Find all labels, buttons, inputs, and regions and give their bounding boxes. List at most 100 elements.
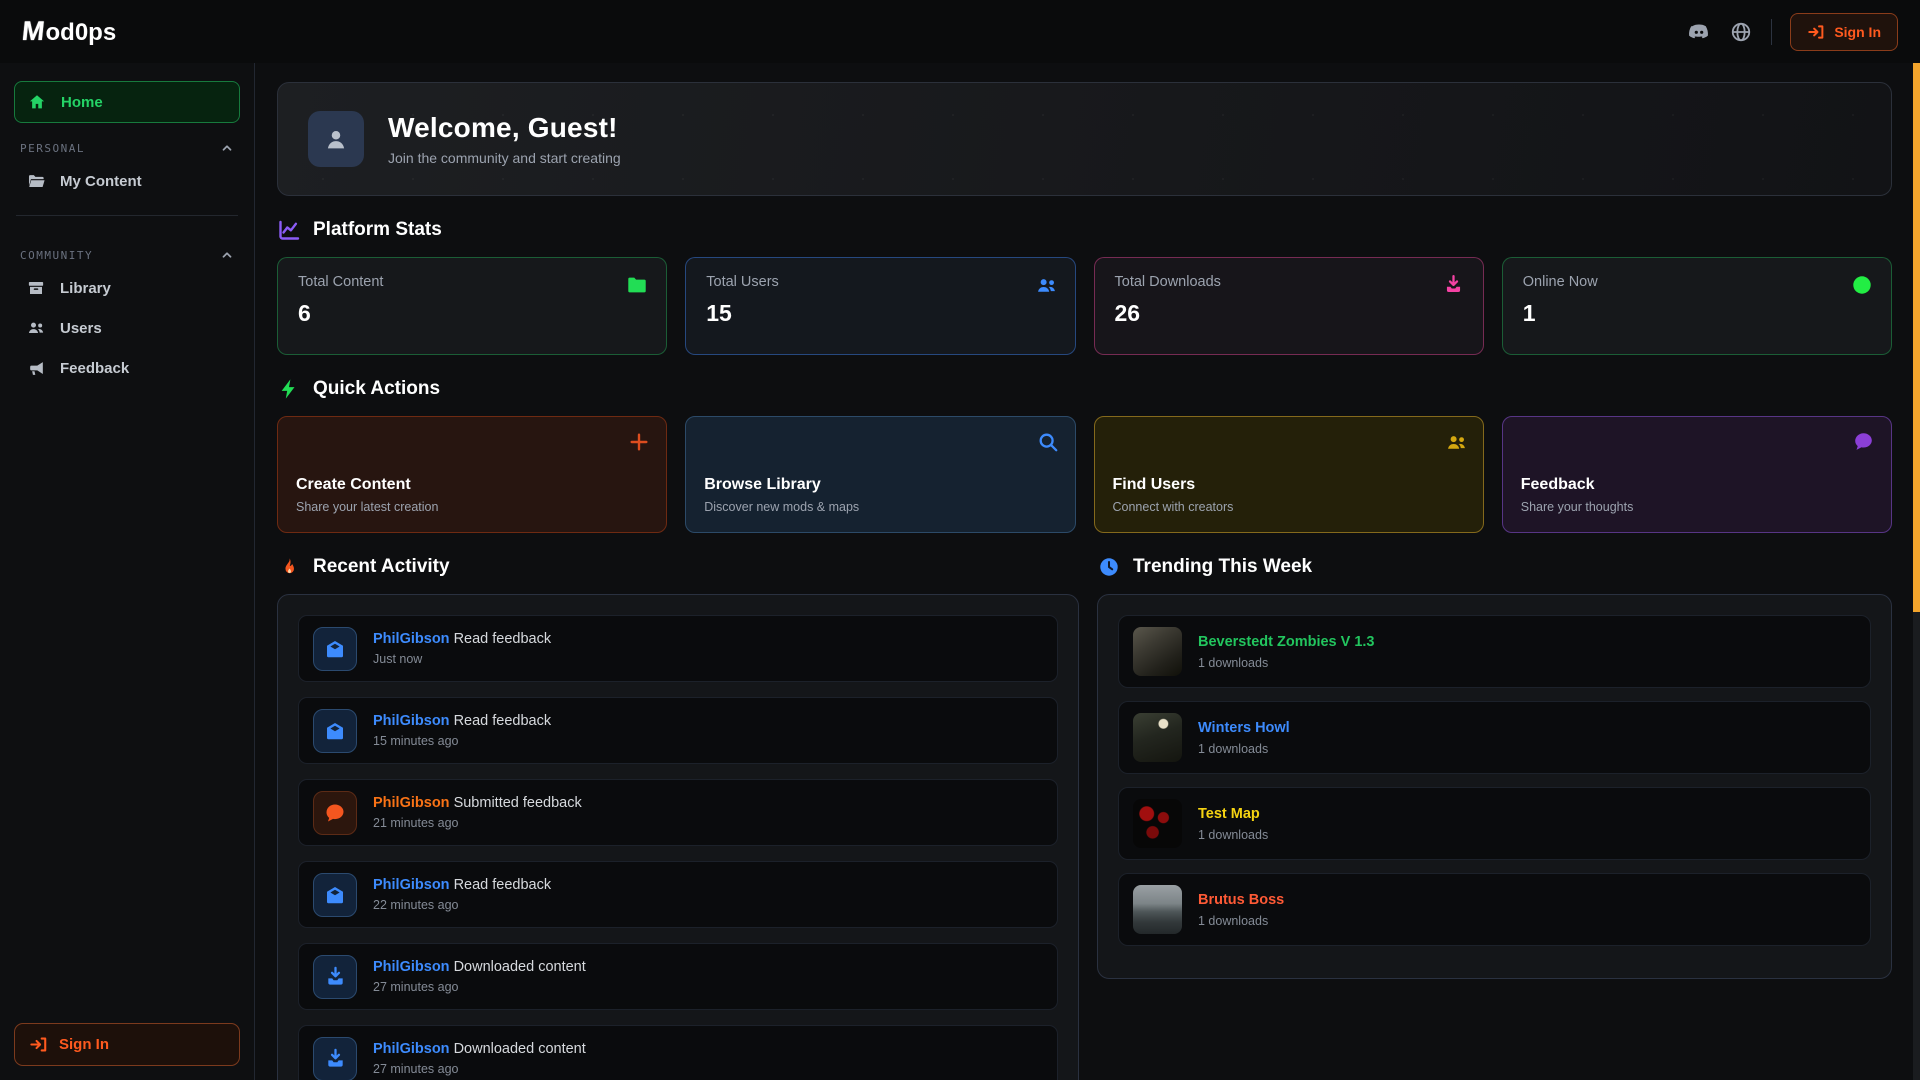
recent-activity-header: Recent Activity	[277, 555, 1079, 579]
chat-icon	[313, 791, 357, 835]
trending-title[interactable]: Beverstedt Zombies V 1.3	[1198, 634, 1375, 650]
globe-icon[interactable]	[1729, 20, 1753, 44]
trending-downloads: 1 downloads	[1198, 656, 1375, 670]
activity-text: PhilGibson Read feedback 15 minutes ago	[373, 713, 551, 748]
activity-user[interactable]: PhilGibson	[373, 631, 450, 647]
quick-action-title: Browse Library	[704, 476, 1056, 494]
activity-row[interactable]: PhilGibson Submitted feedback 21 minutes…	[298, 779, 1058, 846]
trending-title[interactable]: Test Map	[1198, 806, 1268, 822]
activity-time: 27 minutes ago	[373, 980, 586, 994]
circle-icon	[1851, 274, 1873, 296]
scrollbar-thumb[interactable]	[1913, 63, 1920, 612]
users-icon	[1445, 431, 1467, 453]
sidebar-item-my-content[interactable]: My Content	[14, 161, 240, 201]
discord-icon[interactable]	[1687, 20, 1711, 44]
header-sign-in-button[interactable]: Sign In	[1790, 13, 1898, 51]
trending-title[interactable]: Brutus Boss	[1198, 892, 1284, 908]
users-icon	[1035, 274, 1057, 296]
activity-user[interactable]: PhilGibson	[373, 1041, 450, 1057]
activity-user[interactable]: PhilGibson	[373, 795, 450, 811]
activity-row[interactable]: PhilGibson Read feedback Just now	[298, 615, 1058, 682]
brand-logo[interactable]: Mod0ps	[22, 16, 116, 47]
activity-row[interactable]: PhilGibson Read feedback 15 minutes ago	[298, 697, 1058, 764]
sidebar-sign-in-button[interactable]: Sign In	[14, 1023, 240, 1066]
mail-open-icon	[313, 627, 357, 671]
section-title: Trending This Week	[1133, 556, 1312, 578]
download-icon	[1443, 274, 1465, 296]
activity-row[interactable]: PhilGibson Read feedback 22 minutes ago	[298, 861, 1058, 928]
quick-action-find-users[interactable]: Find Users Connect with creators	[1094, 416, 1484, 533]
activity-action: Read feedback	[454, 631, 552, 647]
trending-title[interactable]: Winters Howl	[1198, 720, 1290, 736]
header-sign-in-label: Sign In	[1834, 24, 1881, 40]
quick-action-title: Find Users	[1113, 476, 1465, 494]
quick-action-subtitle: Share your latest creation	[296, 500, 648, 514]
sidebar: Home PERSONAL My Content COMMUNITY	[0, 63, 255, 1080]
stat-label: Total Users	[706, 274, 1054, 290]
quick-action-feedback[interactable]: Feedback Share your thoughts	[1502, 416, 1892, 533]
quick-action-subtitle: Connect with creators	[1113, 500, 1465, 514]
brand-logo-m: M	[20, 16, 46, 47]
trending-row[interactable]: Test Map 1 downloads	[1118, 787, 1871, 860]
platform-stats-header: Platform Stats	[277, 218, 1892, 242]
sidebar-item-home[interactable]: Home	[14, 81, 240, 123]
stat-card-total-downloads: Total Downloads 26	[1094, 257, 1484, 355]
sidebar-section-community[interactable]: COMMUNITY	[20, 248, 234, 262]
trending-row[interactable]: Winters Howl 1 downloads	[1118, 701, 1871, 774]
activity-text: PhilGibson Downloaded content 27 minutes…	[373, 1041, 586, 1076]
login-icon	[1807, 23, 1825, 41]
trending-thumbnail	[1133, 713, 1182, 762]
sidebar-divider	[16, 215, 238, 216]
trending-downloads: 1 downloads	[1198, 914, 1284, 928]
trending-column: Trending This Week Beverstedt Zombies V …	[1097, 533, 1892, 1080]
folder-icon	[626, 274, 648, 296]
stat-label: Total Downloads	[1115, 274, 1463, 290]
chevron-up-icon	[220, 141, 234, 155]
activity-text: PhilGibson Downloaded content 27 minutes…	[373, 959, 586, 994]
header-actions: Sign In	[1687, 13, 1898, 51]
download-icon	[313, 955, 357, 999]
activity-time: 15 minutes ago	[373, 734, 551, 748]
activity-action: Read feedback	[454, 713, 552, 729]
trending-row[interactable]: Beverstedt Zombies V 1.3 1 downloads	[1118, 615, 1871, 688]
activity-time: 22 minutes ago	[373, 898, 551, 912]
home-icon	[27, 92, 47, 112]
sidebar-item-label: Home	[61, 94, 103, 111]
trending-text: Test Map 1 downloads	[1198, 806, 1268, 842]
quick-action-create-content[interactable]: Create Content Share your latest creatio…	[277, 416, 667, 533]
sidebar-item-label: Feedback	[60, 360, 129, 377]
section-title: Recent Activity	[313, 556, 450, 578]
activity-action: Read feedback	[454, 877, 552, 893]
quick-action-browse-library[interactable]: Browse Library Discover new mods & maps	[685, 416, 1075, 533]
sidebar-item-feedback[interactable]: Feedback	[14, 348, 240, 388]
activity-row[interactable]: PhilGibson Downloaded content 27 minutes…	[298, 943, 1058, 1010]
welcome-title: Welcome, Guest!	[388, 112, 621, 144]
activity-user[interactable]: PhilGibson	[373, 713, 450, 729]
trending-downloads: 1 downloads	[1198, 742, 1290, 756]
trending-row[interactable]: Brutus Boss 1 downloads	[1118, 873, 1871, 946]
activity-user[interactable]: PhilGibson	[373, 959, 450, 975]
quick-action-subtitle: Discover new mods & maps	[704, 500, 1056, 514]
chat-icon	[1853, 431, 1875, 453]
avatar	[308, 111, 364, 167]
trending-text: Brutus Boss 1 downloads	[1198, 892, 1284, 928]
megaphone-icon	[26, 358, 46, 378]
stat-value: 26	[1115, 300, 1463, 327]
trending-thumbnail	[1133, 885, 1182, 934]
archive-icon	[26, 278, 46, 298]
activity-text: PhilGibson Read feedback Just now	[373, 631, 551, 666]
sidebar-item-users[interactable]: Users	[14, 308, 240, 348]
activity-user[interactable]: PhilGibson	[373, 877, 450, 893]
stat-card-total-content: Total Content 6	[277, 257, 667, 355]
stat-value: 15	[706, 300, 1054, 327]
quick-action-title: Create Content	[296, 476, 648, 494]
scrollbar-track[interactable]	[1913, 63, 1920, 1080]
app-root: Mod0ps Sign In Home	[0, 0, 1920, 1080]
stat-label: Total Content	[298, 274, 646, 290]
stat-value: 6	[298, 300, 646, 327]
sidebar-item-library[interactable]: Library	[14, 268, 240, 308]
activity-action: Submitted feedback	[454, 795, 582, 811]
sidebar-section-personal[interactable]: PERSONAL	[20, 141, 234, 155]
mail-open-icon	[313, 873, 357, 917]
activity-row[interactable]: PhilGibson Downloaded content 27 minutes…	[298, 1025, 1058, 1080]
